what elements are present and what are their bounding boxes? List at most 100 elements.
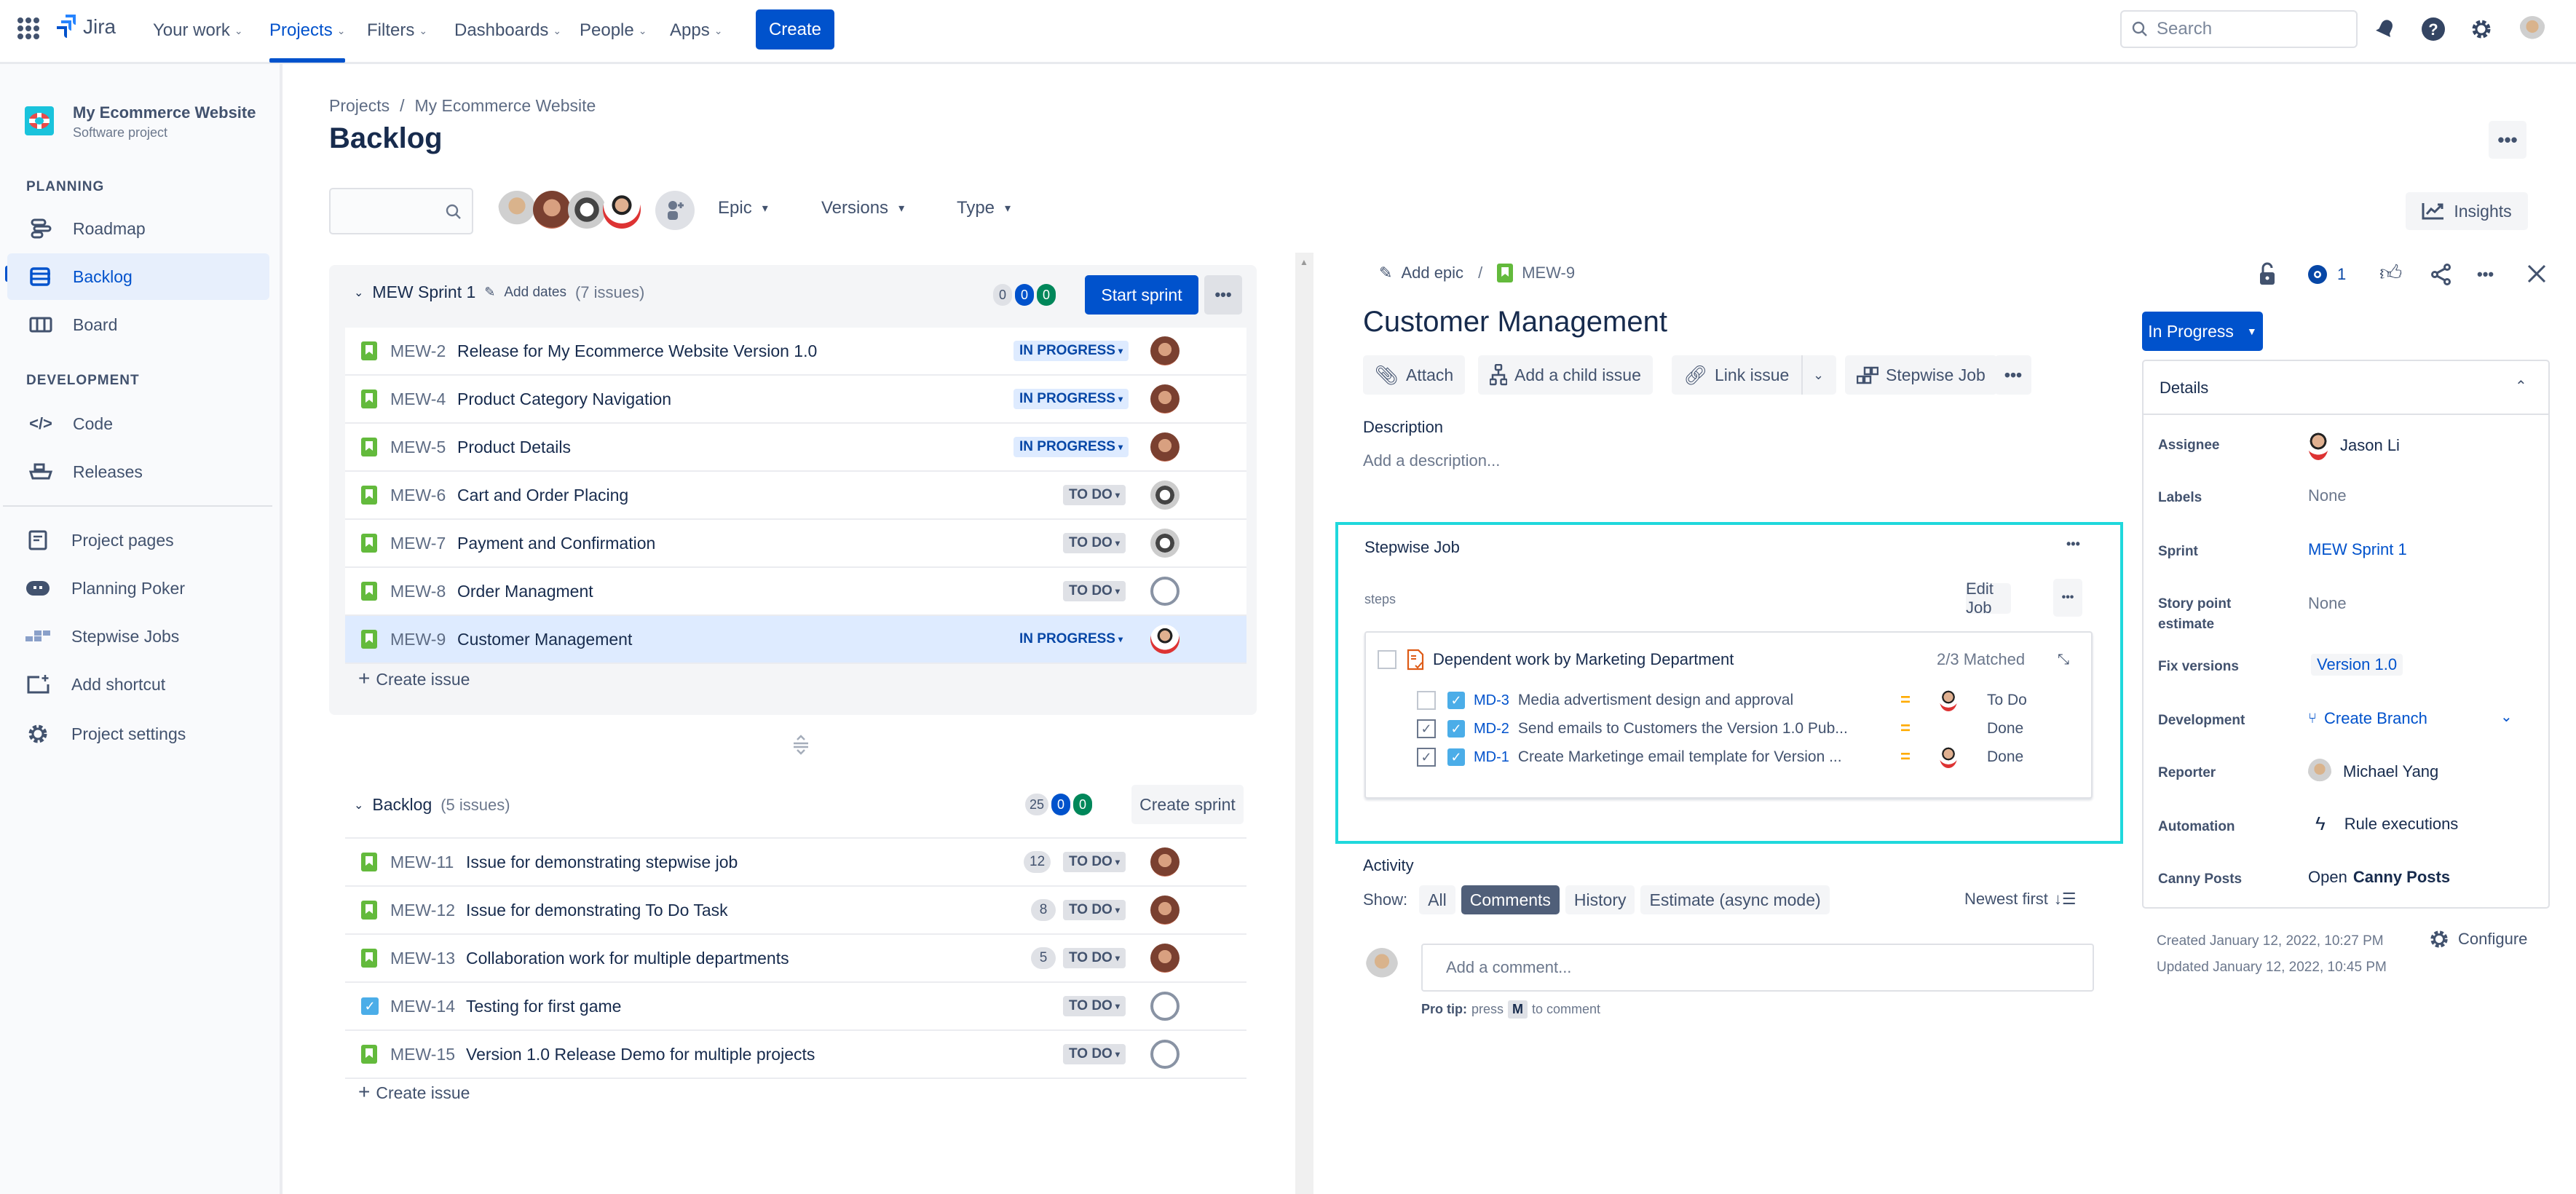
story-points-badge[interactable]: 8 [1031, 899, 1056, 921]
share-icon[interactable] [2430, 264, 2452, 289]
breadcrumb-projects[interactable]: Projects [329, 96, 390, 116]
issue-row[interactable]: MEW-15 Version 1.0 Release Demo for mult… [345, 1031, 1246, 1079]
user-avatar[interactable] [2519, 16, 2545, 42]
comment-input[interactable]: Add a comment... [1421, 944, 2094, 992]
avatar-boy[interactable] [603, 191, 641, 229]
unassigned-avatar[interactable] [1150, 577, 1180, 606]
automation-value[interactable]: ϟ Rule executions [2308, 813, 2458, 835]
configure-button[interactable]: Configure [2429, 929, 2527, 949]
create-button[interactable]: Create [756, 9, 834, 50]
issue-key[interactable]: MEW-14 [390, 997, 455, 1016]
sidebar-item-backlog[interactable]: Backlog [7, 253, 269, 300]
add-dates-link[interactable]: Add dates [504, 285, 566, 301]
backlog-header[interactable]: ⌄ Backlog (5 issues) [354, 795, 510, 815]
reporter-value[interactable]: Michael Yang [2308, 759, 2438, 785]
jira-logo[interactable]: Jira [55, 15, 116, 39]
create-issue-button[interactable]: + Create issue [358, 1082, 470, 1103]
description-field[interactable]: Add a description... [1363, 451, 1500, 470]
assignee-avatar[interactable] [1150, 481, 1180, 510]
backlog-search-input[interactable] [329, 188, 473, 234]
step-item[interactable]: ✓ ✓ MD-2 Send emails to Customers the Ve… [1417, 716, 2043, 742]
status-lozenge[interactable]: TO DO ▾ [1063, 852, 1126, 872]
issue-key[interactable]: MEW-15 [390, 1045, 455, 1064]
assignee-value[interactable]: Jason Li [2308, 431, 2400, 460]
insights-button[interactable]: Insights [2406, 192, 2528, 230]
story-points-badge[interactable]: 5 [1031, 947, 1056, 969]
status-lozenge[interactable]: IN PROGRESS ▾ [1014, 341, 1129, 361]
sidebar-item-board[interactable]: Board [7, 301, 269, 348]
activity-tab-history[interactable]: History [1565, 885, 1635, 914]
versions-filter[interactable]: Versions ▾ [821, 198, 904, 218]
assignee-avatar[interactable] [1150, 625, 1180, 654]
scroll-up-icon[interactable]: ▲ [1300, 257, 1308, 267]
issue-row[interactable]: MEW-2 Release for My Ecommerce Website V… [345, 328, 1246, 376]
assignee-avatar[interactable] [1150, 847, 1180, 877]
step-issue-key[interactable]: MD-3 [1474, 692, 1509, 709]
avatar-girl[interactable] [533, 191, 571, 229]
lock-icon[interactable] [2259, 262, 2279, 287]
add-epic-link[interactable]: Add epic [1401, 264, 1463, 282]
issue-row[interactable]: MEW-9 Customer Management IN PROGRESS ▾ [345, 616, 1246, 664]
sidebar-item-releases[interactable]: Releases [7, 448, 269, 495]
resize-handle[interactable] [793, 734, 809, 756]
chevron-down-icon[interactable]: ⌄ [354, 285, 363, 300]
sprint-more-button[interactable]: ••• [1204, 275, 1242, 315]
status-lozenge[interactable]: IN PROGRESS ▾ [1014, 389, 1129, 409]
issue-key[interactable]: MEW-8 [390, 582, 446, 601]
activity-tab-comments[interactable]: Comments [1461, 885, 1560, 914]
assignee-avatar[interactable] [1150, 896, 1180, 925]
story-points-value[interactable]: None [2308, 594, 2347, 613]
status-dropdown-button[interactable]: In Progress ▼ [2142, 312, 2263, 351]
sidebar-item-planning-poker[interactable]: Planning Poker [7, 565, 269, 612]
status-lozenge[interactable]: IN PROGRESS ▾ [1014, 629, 1129, 649]
step-checkbox[interactable] [1417, 691, 1436, 710]
activity-tab-all[interactable]: All [1419, 885, 1455, 914]
step-issue-key[interactable]: MD-2 [1474, 721, 1509, 738]
attach-button[interactable]: 📎︎ Attach [1363, 355, 1466, 395]
nav-filters[interactable]: Filters ⌄ [367, 17, 427, 44]
sidebar-item-roadmap[interactable]: Roadmap [7, 205, 269, 252]
assignee-avatar[interactable] [1150, 944, 1180, 973]
notifications-icon[interactable] [2372, 16, 2398, 42]
step-checkbox[interactable]: ✓ [1417, 748, 1436, 767]
labels-value[interactable]: None [2308, 486, 2347, 505]
chevron-down-icon[interactable]: ⌄ [354, 798, 363, 813]
issue-title[interactable]: Customer Management [1363, 306, 1667, 339]
issue-row[interactable]: MEW-7 Payment and Confirmation TO DO ▾ [345, 520, 1246, 568]
status-lozenge[interactable]: TO DO ▾ [1063, 900, 1126, 920]
step-item[interactable]: ✓ MD-3 Media advertisment design and app… [1417, 687, 2043, 713]
issue-row[interactable]: ✓ MEW-14 Testing for first game TO DO ▾ [345, 983, 1246, 1031]
issue-key[interactable]: MEW-9 [390, 630, 446, 649]
steps-more-button[interactable]: ••• [2053, 579, 2082, 617]
page-more-button[interactable]: ••• [2489, 121, 2526, 159]
assignee-avatar[interactable] [1150, 336, 1180, 365]
fix-versions-value[interactable]: Version 1.0 [2311, 654, 2403, 676]
edit-job-button[interactable]: Edit Job [1966, 580, 2011, 617]
link-issue-dropdown[interactable]: ⌄ [1801, 355, 1836, 395]
nav-people[interactable]: People ⌄ [580, 17, 647, 44]
nav-apps[interactable]: Apps ⌄ [670, 17, 722, 44]
avatar-knight[interactable] [498, 191, 536, 229]
assignee-avatar[interactable] [1150, 529, 1180, 558]
status-lozenge[interactable]: TO DO ▾ [1063, 1044, 1126, 1064]
project-name[interactable]: My Ecommerce Website [73, 103, 256, 122]
sidebar-item-code[interactable]: </> Code [7, 400, 269, 447]
more-actions-button[interactable]: ••• [1995, 355, 2031, 395]
create-sprint-button[interactable]: Create sprint [1131, 785, 1244, 824]
group-checkbox[interactable] [1378, 650, 1396, 669]
issue-row[interactable]: MEW-4 Product Category Navigation IN PRO… [345, 376, 1246, 424]
step-item[interactable]: ✓ ✓ MD-1 Create Marketinge email templat… [1417, 744, 2043, 770]
stepwise-more-icon[interactable]: ••• [2066, 537, 2080, 552]
nav-your-work[interactable]: Your work ⌄ [153, 17, 243, 44]
stepwise-job-button[interactable]: Stepwise Job [1845, 355, 1997, 395]
avatar-penguin[interactable] [568, 191, 606, 229]
help-icon[interactable]: ? [2420, 16, 2446, 42]
issue-row[interactable]: MEW-12 Issue for demonstrating To Do Tas… [345, 887, 1246, 935]
issue-key-link[interactable]: MEW-9 [1522, 264, 1575, 282]
sort-order-button[interactable]: Newest first ↓☰ [1964, 890, 2077, 909]
story-points-badge[interactable]: 12 [1024, 851, 1051, 873]
issue-key[interactable]: MEW-4 [390, 390, 446, 409]
breadcrumb-project[interactable]: My Ecommerce Website [414, 96, 596, 116]
issue-key[interactable]: MEW-12 [390, 901, 455, 920]
add-people-icon[interactable] [655, 191, 695, 230]
